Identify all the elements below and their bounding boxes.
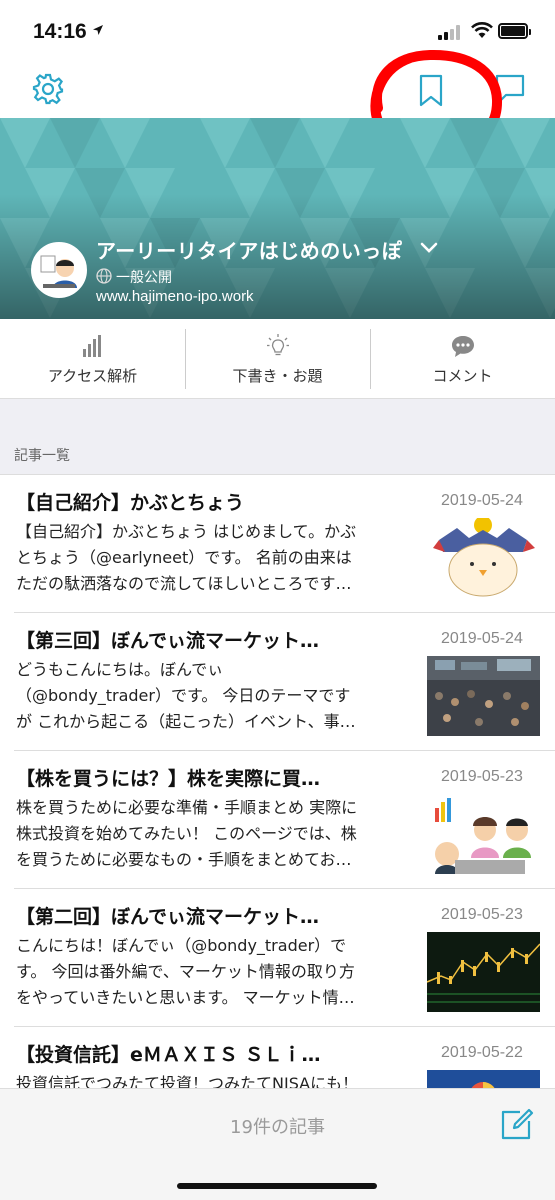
article-excerpt: こんにちは！ぼんでぃ（@bondy_trader）で す。 今回は番外編で、マーケ… xyxy=(16,936,355,1007)
blog-menu-tabs: アクセス解析 下書き・お題 コメント xyxy=(0,319,555,399)
tab-access-analytics[interactable]: アクセス解析 xyxy=(0,319,185,399)
nav-bar xyxy=(0,60,555,118)
comment-icon xyxy=(451,336,474,357)
blog-header[interactable]: アーリーリタイアはじめのいっぽ 一般公開 www.hajimeno-ipo.wo… xyxy=(0,118,555,319)
article-thumbnail xyxy=(427,794,540,874)
battery-icon xyxy=(498,23,531,39)
article-title: 【株を買うには？】株を実際に買… xyxy=(16,768,321,790)
section-spacer xyxy=(0,399,555,474)
tab-label: 下書き・お題 xyxy=(232,367,323,385)
article-list: 【自己紹介】かぶとちょう 2019-05-24 【自己紹介】かぶとちょう はじめ… xyxy=(0,474,555,1150)
globe-icon xyxy=(96,268,112,284)
blog-url[interactable]: www.hajimeno-ipo.work xyxy=(96,288,254,305)
article-title: 【自己紹介】かぶとちょう xyxy=(16,492,245,514)
article-excerpt: 【自己紹介】かぶとちょう はじめまして。かぶ とちょう（@earlyneet）です… xyxy=(16,522,357,593)
visibility-label: 一般公開 xyxy=(116,270,172,286)
article-date: 2019-05-22 xyxy=(441,1044,523,1061)
article-title: 【第三回】ぼんでぃ流マーケット… xyxy=(16,630,320,652)
section-title: 記事一覧 xyxy=(14,448,70,464)
article-title: 【第二回】ぼんでぃ流マーケット… xyxy=(16,906,320,928)
article-date: 2019-05-23 xyxy=(441,768,523,785)
tab-label: コメント xyxy=(432,367,493,385)
bookmark-icon[interactable] xyxy=(418,74,444,108)
article-date: 2019-05-23 xyxy=(441,906,523,923)
article-title: 【投資信託】eＭＡＸＩＳ ＳＬｉ… xyxy=(16,1044,321,1066)
chevron-down-icon[interactable] xyxy=(420,242,438,254)
avatar-illustration xyxy=(33,244,85,296)
cell-signal-icon xyxy=(438,24,464,40)
article-count: 19件の記事 xyxy=(230,1117,325,1138)
article-excerpt: どうもこんにちは。ぼんでぃ （@bondy_trader）です。 今日のテーマです… xyxy=(16,660,356,731)
status-bar: 14:16 xyxy=(0,0,555,60)
bar-chart-icon xyxy=(82,335,101,357)
list-item[interactable]: 【自己紹介】かぶとちょう 2019-05-24 【自己紹介】かぶとちょう はじめ… xyxy=(0,475,555,613)
list-item[interactable]: 【株を買うには？】株を実際に買… 2019-05-23 株を買うために必要な準備… xyxy=(0,751,555,889)
article-date: 2019-05-24 xyxy=(441,630,523,647)
article-date: 2019-05-24 xyxy=(441,492,523,509)
article-excerpt: 株を買うために必要な準備・手順まとめ 実際に 株式投資を始めてみたい！ このページ… xyxy=(16,798,358,869)
gear-icon[interactable] xyxy=(31,72,65,106)
wifi-icon xyxy=(471,22,493,38)
home-indicator xyxy=(177,1183,377,1189)
article-thumbnail xyxy=(427,518,540,598)
list-item[interactable]: 【第二回】ぼんでぃ流マーケット… 2019-05-23 こんにちは！ぼんでぃ（@… xyxy=(0,889,555,1027)
status-time: 14:16 xyxy=(33,20,87,43)
lightbulb-icon xyxy=(266,334,289,356)
compose-icon[interactable] xyxy=(500,1107,534,1141)
blog-title[interactable]: アーリーリタイアはじめのいっぽ xyxy=(96,235,402,264)
blog-avatar[interactable] xyxy=(31,242,87,298)
tab-comments[interactable]: コメント xyxy=(370,319,555,399)
speech-bubble-icon[interactable] xyxy=(495,74,525,104)
location-arrow-icon xyxy=(93,25,103,35)
article-thumbnail xyxy=(427,932,540,1012)
article-thumbnail xyxy=(427,656,540,736)
tab-label: アクセス解析 xyxy=(47,367,138,385)
list-item[interactable]: 【第三回】ぼんでぃ流マーケット… 2019-05-24 どうもこんにちは。ぼんで… xyxy=(0,613,555,751)
tab-drafts-topics[interactable]: 下書き・お題 xyxy=(185,319,370,399)
